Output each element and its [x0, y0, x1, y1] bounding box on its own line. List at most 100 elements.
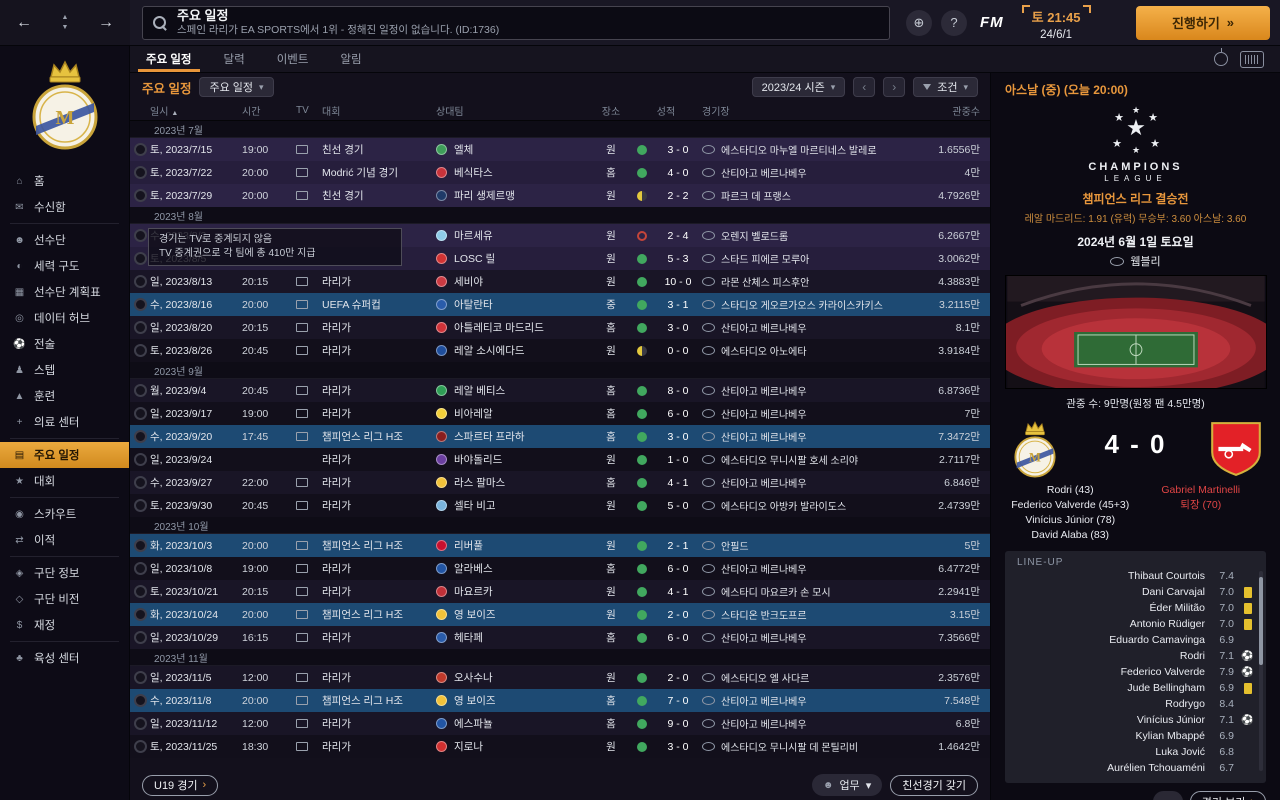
sidebar-item-15[interactable]: ◈ 구단 정보	[0, 560, 129, 586]
club-crest[interactable]: M	[0, 46, 129, 166]
sidebar-item-11[interactable]: ▤ 주요 일정	[0, 442, 129, 468]
fixture-row[interactable]: 화, 2023/10/24 20:00 챔피언스 리그 H조 영 보이즈 원 2 - 0 스…	[130, 603, 990, 626]
view-dropdown[interactable]: 주요 일정 ▾	[199, 77, 274, 97]
stadium-icon	[702, 409, 715, 418]
lineup-row[interactable]: Aurélien Tchouaméni 6.7	[1017, 760, 1254, 776]
sidebar-item-9[interactable]: ▲ 훈련	[0, 383, 129, 409]
forward-button[interactable]: →	[98, 14, 114, 31]
lineup-row[interactable]: Rodri 7.1 ⚽	[1017, 648, 1254, 664]
world-icon[interactable]: ⊕	[906, 9, 932, 36]
arrange-friendly-button[interactable]: 친선경기 갖기	[890, 774, 978, 796]
fixture-row[interactable]: 월, 2023/9/4 20:45 라리가 레알 베티스 홈 8 - 0 산티아고 베르나베…	[130, 379, 990, 402]
lineup-row[interactable]: Jude Bellingham 6.9	[1017, 680, 1254, 696]
sidebar-item-16[interactable]: ◇ 구단 비전	[0, 586, 129, 612]
lineup-row[interactable]: Luka Jović 6.8	[1017, 744, 1254, 760]
sidebar-item-10[interactable]: + 의료 센터	[0, 409, 129, 435]
fixture-row[interactable]: 일, 2023/11/12 12:00 라리가 에스파뇰 홈 9 - 0 산티아고 베르나베…	[130, 712, 990, 735]
sidebar-item-7[interactable]: ⚽ 전술	[0, 331, 129, 357]
sidebar-item-2[interactable]: ✉ 수신함	[0, 194, 129, 220]
sidebar-item-17[interactable]: $ 재정	[0, 612, 129, 638]
sidebar-item-18[interactable]: ♣ 육성 센터	[0, 645, 129, 671]
sidebar-item-5[interactable]: ▦ 선수단 계획표	[0, 279, 129, 305]
view-match-button[interactable]: 경기 보기›	[1189, 791, 1266, 800]
search-box[interactable]: 주요 일정 스페인 라리가 EA SPORTS에서 1위 - 정해진 일정이 없…	[142, 5, 890, 40]
next-match-header[interactable]: 아스날 (중) (오늘 20:00)	[1005, 81, 1266, 98]
next-season-button[interactable]: ›	[883, 77, 906, 97]
match-preview-panel: 아스날 (중) (오늘 20:00) ★ ★ ★ ★ ★ ★ ★ CHAMPIO…	[990, 73, 1280, 800]
col-result[interactable]: 성적	[630, 103, 702, 118]
fixture-row[interactable]: 토, 2023/7/29 20:00 친선 경기 파리 생제르맹 원 2 - 2 파르크 데…	[130, 184, 990, 207]
fixture-row[interactable]: 토, 2023/7/22 20:00 Modrić 기념 경기 베식타스 홈 4 - 0 산…	[130, 161, 990, 184]
barcode-icon[interactable]	[1240, 50, 1264, 68]
lineup-row[interactable]: Federico Valverde 7.9 ⚽	[1017, 664, 1254, 680]
fixture-row[interactable]: 수, 2023/11/8 20:00 챔피언스 리그 H조 영 보이즈 홈 7 - 0 산티…	[130, 689, 990, 712]
continue-button[interactable]: 진행하기»	[1136, 5, 1270, 40]
fixture-row[interactable]: 토, 2023/11/25 18:30 라리가 지로나 원 3 - 0 에스타디오 무니시팔…	[130, 735, 990, 758]
sidebar-item-14[interactable]: ⇄ 이적	[0, 527, 129, 553]
col-venue[interactable]: 장소	[592, 103, 630, 118]
opponent-name: 베식타스	[454, 167, 493, 179]
lineup-row[interactable]: Thibaut Courtois 7.4	[1017, 568, 1254, 584]
prev-season-button[interactable]: ‹	[853, 77, 876, 97]
condition-dropdown[interactable]: 조건 ▾	[913, 77, 978, 97]
fixture-row[interactable]: 토, 2023/8/26 20:45 라리가 레알 소시에다드 원 0 - 0 에스타디오 …	[130, 339, 990, 362]
lineup-row[interactable]: Rodrygo 8.4	[1017, 696, 1254, 712]
fixture-row[interactable]: 토, 2023/7/15 19:00 친선 경기 엘체 원 3 - 0 에스타디오 마누엘 …	[130, 138, 990, 161]
fixture-row[interactable]: 일, 2023/10/8 19:00 라리가 알라베스 홈 6 - 0 산티아고 베르나베우…	[130, 557, 990, 580]
u19-fixtures-button[interactable]: U19 경기 ›	[142, 774, 219, 796]
fixture-row[interactable]: 수, 2023/9/27 22:00 라리가 라스 팔마스 홈 4 - 1 산티아고 베르나…	[130, 471, 990, 494]
stadium-icon	[702, 587, 715, 596]
tab-2[interactable]: 달력	[208, 46, 261, 72]
back-button[interactable]: ←	[16, 14, 32, 31]
lineup-scrollbar-thumb[interactable]	[1259, 577, 1263, 665]
fixture-row[interactable]: 화, 2023/10/3 20:00 챔피언스 리그 H조 리버풀 원 2 - 1 안필드 5…	[130, 534, 990, 557]
notification-lamp-icon[interactable]	[1214, 48, 1228, 66]
tasks-dropdown[interactable]: ☻ 업무 ▾	[811, 774, 883, 796]
lineup-row[interactable]: Eduardo Camavinga 6.9	[1017, 632, 1254, 648]
sidebar-item-3[interactable]: ☻ 선수단	[0, 227, 129, 253]
tab-4[interactable]: 알림	[324, 46, 377, 72]
panel-switch-button[interactable]: ›	[1152, 791, 1183, 800]
schedule-icon: ▤	[14, 449, 25, 461]
fixture-row[interactable]: 일, 2023/9/24 라리가 바야돌리드 원 1 - 0 에스타디오 무니시팔 호세 …	[130, 448, 990, 471]
competitions-icon: ★	[15, 475, 24, 487]
col-date[interactable]: 일시 ▲	[150, 103, 242, 118]
fixture-row[interactable]: 수, 2023/8/16 20:00 UEFA 슈퍼컵 아탈란타 중 3 - 1 스타디오 …	[130, 293, 990, 316]
staff-icon: ♟	[15, 364, 24, 376]
lineup-row[interactable]: Éder Militão 7.0	[1017, 600, 1254, 616]
sidebar-item-6[interactable]: ◎ 데이터 허브	[0, 305, 129, 331]
fixture-stadium: 에스타디 마요르카 손 모시	[702, 584, 900, 599]
fixture-row[interactable]: 일, 2023/8/13 20:15 라리가 세비야 원 10 - 0 라몬 산체스 피스후…	[130, 270, 990, 293]
scroll-stepper[interactable]: ▲ ▼	[62, 14, 69, 31]
col-tv[interactable]: TV	[296, 105, 322, 116]
fixture-date: 일, 2023/8/13	[150, 276, 213, 288]
help-icon[interactable]: ?	[941, 9, 967, 36]
opponent-name: 바야돌리드	[454, 454, 503, 466]
lineup-row[interactable]: Vinícius Júnior 7.1 ⚽	[1017, 712, 1254, 728]
col-opponent[interactable]: 상대팀	[436, 103, 592, 118]
fixture-row[interactable]: 일, 2023/11/5 12:00 라리가 오사수나 원 2 - 0 에스타디오 엘 사다…	[130, 666, 990, 689]
lineup-row[interactable]: Antonio Rüdiger 7.0	[1017, 616, 1254, 632]
lineup-row[interactable]: Dani Carvajal 7.0	[1017, 584, 1254, 600]
away-team-crest-icon[interactable]	[1208, 419, 1264, 479]
col-time[interactable]: 시간	[242, 103, 296, 118]
lineup-row[interactable]: Kylian Mbappé 6.9	[1017, 728, 1254, 744]
sidebar-item-1[interactable]: ⌂ 홈	[0, 168, 129, 194]
sidebar-item-4[interactable]: ◐ 세력 구도	[0, 253, 129, 279]
fixture-row[interactable]: 일, 2023/8/20 20:15 라리가 아틀레티코 마드리드 홈 3 - 0 산티아고…	[130, 316, 990, 339]
season-dropdown[interactable]: 2023/24 시즌 ▾	[751, 77, 846, 97]
tab-1[interactable]: 주요 일정	[130, 46, 208, 72]
sidebar-item-13[interactable]: ◉ 스카우트	[0, 501, 129, 527]
fixture-row[interactable]: 토, 2023/10/21 20:15 라리가 마요르카 원 4 - 1 에스타디 마요르카…	[130, 580, 990, 603]
fixture-row[interactable]: 수, 2023/9/20 17:45 챔피언스 리그 H조 스파르타 프라하 홈 3 - …	[130, 425, 990, 448]
sidebar-item-12[interactable]: ★ 대회	[0, 468, 129, 494]
col-stadium[interactable]: 경기장	[702, 103, 900, 118]
col-competition[interactable]: 대회	[322, 103, 436, 118]
home-team-crest-icon[interactable]: M	[1007, 419, 1063, 481]
fixture-row[interactable]: 일, 2023/10/29 16:15 라리가 헤타페 홈 6 - 0 산티아고 베르나베우…	[130, 626, 990, 649]
fixture-row[interactable]: 토, 2023/9/30 20:45 라리가 셀타 비고 원 5 - 0 에스타디오 아방카…	[130, 494, 990, 517]
sidebar-item-8[interactable]: ♟ 스텝	[0, 357, 129, 383]
col-attendance[interactable]: 관중수	[900, 103, 990, 118]
tab-3[interactable]: 이벤트	[261, 46, 325, 72]
fixture-row[interactable]: 일, 2023/9/17 19:00 라리가 비아레알 홈 6 - 0 산티아고 베르나베우…	[130, 402, 990, 425]
